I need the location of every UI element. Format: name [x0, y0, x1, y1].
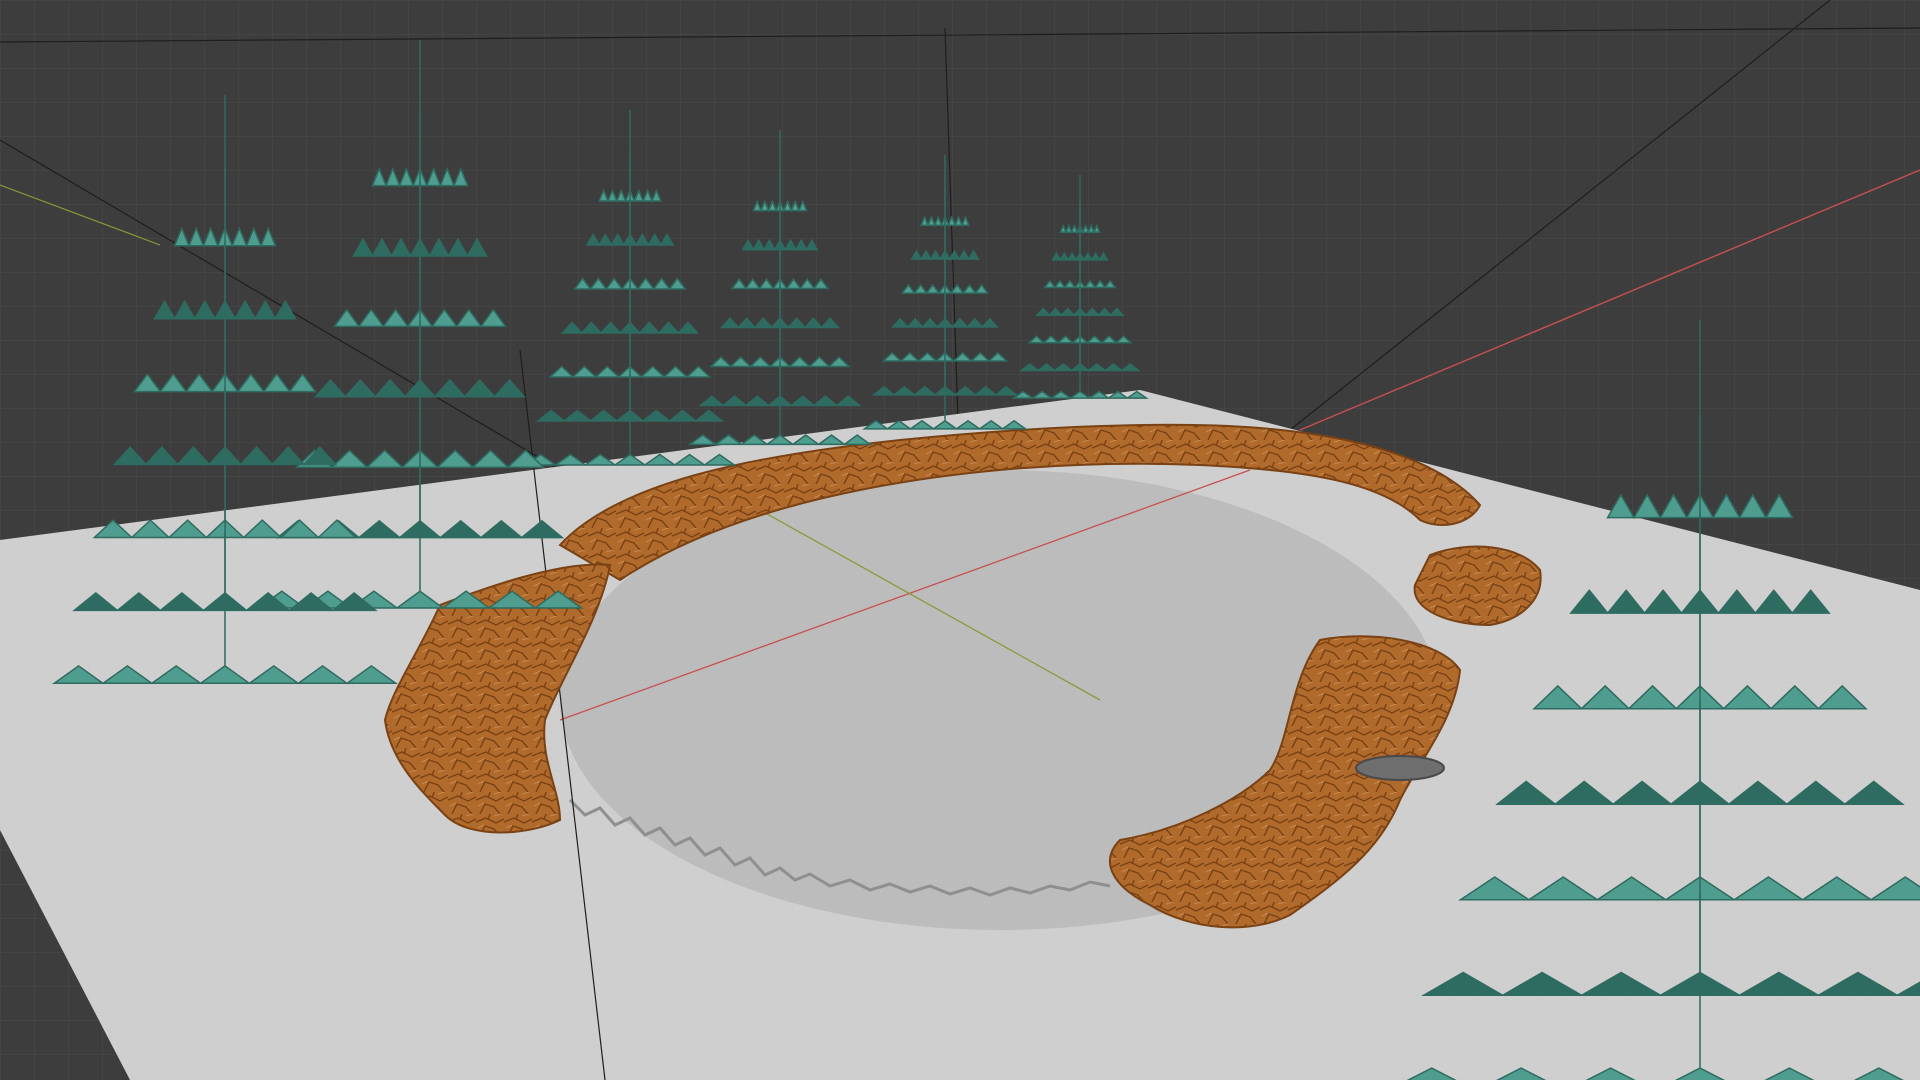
- 3d-viewport[interactable]: [0, 0, 1920, 1080]
- rock-path-small-patch[interactable]: [1413, 545, 1542, 627]
- boulder[interactable]: [1355, 755, 1445, 781]
- viewport-scene[interactable]: [0, 0, 1920, 1080]
